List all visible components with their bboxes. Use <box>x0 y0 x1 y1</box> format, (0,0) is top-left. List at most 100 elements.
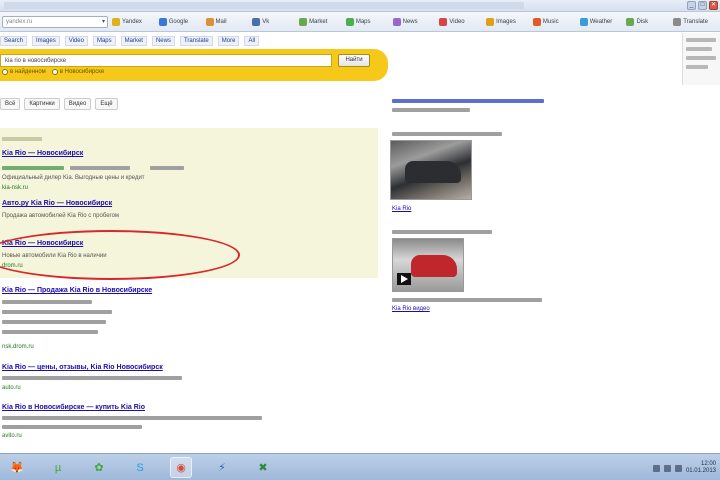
window-title <box>4 2 524 9</box>
bookmark-icon <box>112 18 120 26</box>
play-icon[interactable] <box>397 273 411 285</box>
ad-sitelinks[interactable] <box>70 166 130 170</box>
result-snippet <box>2 310 112 314</box>
tab-more[interactable]: Ещё <box>95 98 118 110</box>
bookmark-item[interactable]: Maps <box>345 16 389 28</box>
minimize-button[interactable]: _ <box>687 1 696 10</box>
nav-item[interactable]: Video <box>64 36 88 46</box>
bookmark-icon <box>532 18 541 26</box>
bookmark-item[interactable]: Google <box>158 16 202 28</box>
sidebar-caption <box>392 108 470 112</box>
ad-item: Авто.ру Kia Rio — Новосибирск <box>2 200 112 207</box>
tab-images[interactable]: Картинки <box>24 98 60 110</box>
bookmark-item[interactable]: Disk <box>626 16 669 28</box>
bookmark-icon <box>392 18 401 26</box>
bookmark-item[interactable]: Mail <box>205 16 249 28</box>
tab-all[interactable]: Всё <box>0 98 21 110</box>
car-image <box>405 161 461 183</box>
sidebar-title-link[interactable] <box>392 99 544 103</box>
bookmark-item[interactable]: Video <box>439 16 482 28</box>
nav-item[interactable]: All <box>244 36 260 46</box>
window-controls: _ □ ✕ <box>687 1 718 10</box>
result-url[interactable]: nsk.drom.ru <box>2 343 34 350</box>
flag-icon[interactable] <box>674 464 682 472</box>
ad-title-link[interactable]: Kia Rio — Новосибирск <box>2 240 83 247</box>
ad-title-link[interactable]: Kia Rio — Новосибирск <box>2 150 83 157</box>
chevron-down-icon[interactable]: ▾ <box>102 18 105 27</box>
network-icon[interactable]: ⚡ <box>211 457 233 478</box>
result-title-link[interactable]: Kia Rio в Новосибирске — купить Kia Rio <box>2 404 145 411</box>
result-snippet <box>2 416 262 420</box>
result-item: Kia Rio — Продажа Kia Rio в Новосибирске <box>2 287 152 294</box>
clock[interactable]: 12:00 01.01.2013 <box>686 461 716 475</box>
result-title-link[interactable]: Kia Rio — Продажа Kia Rio в Новосибирске <box>2 287 152 294</box>
nav-item[interactable]: Translate <box>179 36 213 46</box>
nav-item[interactable]: Maps <box>92 36 116 46</box>
bookmark-icon <box>252 18 261 26</box>
firefox-icon[interactable]: 🦊 <box>6 457 28 478</box>
bookmark-item[interactable]: Images <box>486 16 529 28</box>
radio-icon[interactable] <box>2 69 8 75</box>
bookmark-icon <box>345 18 354 26</box>
excel-icon[interactable]: ✖ <box>252 457 274 478</box>
bookmark-item[interactable]: Translate <box>673 16 716 28</box>
video-caption-link[interactable]: Kia Rio видео <box>392 306 430 312</box>
nav-item[interactable]: More <box>217 36 240 46</box>
ad-sitelinks[interactable] <box>2 166 64 170</box>
browser-window: _ □ ✕ yandex.ru ▾ Yandex Google Mail Vk Mark… <box>0 0 720 480</box>
bookmark-icon <box>579 18 588 26</box>
result-snippet <box>2 320 106 324</box>
ads-block: Kia Rio — Новосибирск Официальный дилер … <box>0 128 378 278</box>
tab-video[interactable]: Видео <box>63 98 92 110</box>
car-thumbnail[interactable] <box>390 140 472 200</box>
ad-sitelinks[interactable] <box>150 166 184 170</box>
maximize-button[interactable]: □ <box>698 1 707 10</box>
address-text: yandex.ru <box>6 19 33 25</box>
ad-item-highlighted: Kia Rio — Новосибирск <box>2 240 83 247</box>
result-url[interactable]: avito.ru <box>2 432 22 439</box>
utorrent-icon[interactable]: µ <box>47 457 69 478</box>
title-bar: _ □ ✕ <box>0 0 720 12</box>
car-image <box>411 255 457 277</box>
bookmark-item[interactable]: Weather <box>579 16 623 28</box>
close-button[interactable]: ✕ <box>709 1 718 10</box>
panel-line <box>686 56 716 60</box>
nav-item[interactable]: Search <box>0 36 28 46</box>
video-thumbnail[interactable] <box>392 238 464 292</box>
option-region[interactable]: в Новосибирске <box>51 69 104 75</box>
side-panel <box>682 33 720 85</box>
volume-icon[interactable] <box>663 464 671 472</box>
bookmark-item[interactable]: Music <box>532 16 576 28</box>
nav-item[interactable]: News <box>151 36 175 46</box>
icq-icon[interactable]: ✿ <box>88 457 110 478</box>
bookmark-item[interactable]: Vk <box>252 16 295 28</box>
option-in-results[interactable]: в найденном <box>2 69 46 75</box>
bookmark-icon <box>299 18 308 26</box>
chrome-icon[interactable]: ◉ <box>170 457 192 478</box>
ad-snippet: Официальный дилер Kia. Выгодные цены и к… <box>2 175 145 181</box>
result-snippet <box>2 425 142 429</box>
search-button[interactable]: Найти <box>338 54 370 67</box>
nav-item[interactable]: Images <box>32 36 60 46</box>
search-options: в найденном в Новосибирске <box>2 69 104 75</box>
ad-url[interactable]: drom.ru <box>2 262 23 269</box>
bookmark-item[interactable]: Yandex <box>112 16 155 28</box>
system-tray: 12:00 01.01.2013 <box>652 461 716 475</box>
result-item: Kia Rio — цены, отзывы, Kia Rio Новосиби… <box>2 364 163 371</box>
ad-snippet: Новые автомобили Kia Rio в наличии <box>2 253 107 259</box>
ad-title-link[interactable]: Авто.ру Kia Rio — Новосибирск <box>2 200 112 207</box>
address-bar[interactable]: yandex.ru ▾ <box>2 16 108 28</box>
bookmark-item[interactable]: News <box>392 16 436 28</box>
search-input[interactable]: kia rio в новосибирске <box>0 54 332 67</box>
bookmark-item[interactable]: Market <box>299 16 342 28</box>
result-url[interactable]: auto.ru <box>2 384 21 391</box>
skype-icon[interactable]: S <box>129 457 151 478</box>
ad-url[interactable]: kia-nsk.ru <box>2 184 28 191</box>
result-title-link[interactable]: Kia Rio — цены, отзывы, Kia Rio Новосиби… <box>2 364 163 371</box>
sidebar-caption <box>392 230 492 234</box>
nav-item[interactable]: Market <box>120 36 147 46</box>
network-icon[interactable] <box>652 464 660 472</box>
result-snippet <box>2 330 98 334</box>
thumbnail-caption-link[interactable]: Kia Rio <box>392 206 411 212</box>
radio-icon[interactable] <box>51 69 58 75</box>
